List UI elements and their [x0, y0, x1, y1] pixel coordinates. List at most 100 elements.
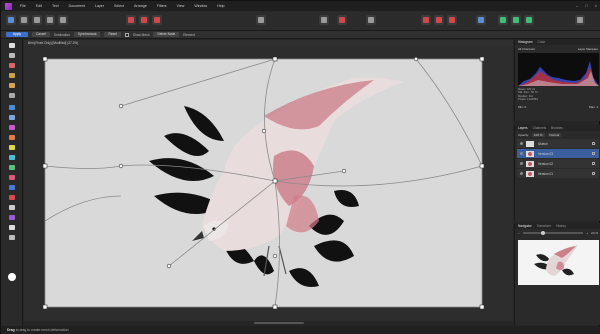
visibility-checkbox[interactable] [592, 152, 595, 155]
fill-tool-icon[interactable] [8, 144, 16, 151]
max-value[interactable]: 1 [596, 105, 598, 109]
destination-dropdown[interactable]: Synchronous [73, 32, 101, 37]
color-swatch-icon[interactable] [7, 272, 16, 281]
marquee-option[interactable]: Marquee [586, 47, 598, 51]
marquee-tool-icon[interactable] [8, 92, 16, 99]
layer-name: Version 03 [538, 151, 554, 156]
persona-liquify-icon[interactable] [19, 15, 29, 25]
tab-layers[interactable]: Layers [518, 126, 528, 130]
persona-develop-icon[interactable] [32, 15, 42, 25]
eye-icon[interactable] [520, 172, 523, 175]
tab-transform[interactable]: Transform [537, 224, 551, 228]
zoom-out-icon[interactable]: − [518, 231, 520, 235]
assistant-icon[interactable] [366, 15, 376, 25]
boolean-intersect-icon[interactable] [524, 15, 534, 25]
scrollbar-thumb[interactable] [254, 322, 304, 324]
layer-row-version-02[interactable]: Version 02 [517, 159, 599, 168]
visibility-checkbox[interactable] [592, 162, 595, 165]
layer-row-sketch[interactable]: Sketch [517, 139, 599, 148]
layer-row-version-01[interactable]: Version 01 [517, 169, 599, 178]
menu-text[interactable]: Text [52, 4, 59, 8]
text-tool-icon[interactable] [8, 224, 16, 231]
align-icon[interactable] [476, 15, 486, 25]
zoom-value[interactable]: 24 % [591, 231, 598, 235]
move-tool-icon[interactable] [8, 42, 16, 49]
gradient-tool-icon[interactable] [8, 154, 16, 161]
menu-arrange[interactable]: Arrange [134, 4, 147, 8]
minimize-icon[interactable]: – [576, 3, 578, 8]
flood-select-icon[interactable] [8, 82, 16, 89]
boolean-subtract-icon[interactable] [511, 15, 521, 25]
crop-tool-icon[interactable] [8, 62, 16, 69]
zoom-slider-handle[interactable] [540, 230, 545, 235]
apply-button[interactable]: Apply [6, 32, 28, 37]
reset-button[interactable]: Reset [104, 32, 121, 37]
show-mesh-checkbox[interactable] [124, 32, 129, 37]
blend-mode-dropdown[interactable]: Normal [547, 133, 562, 137]
visibility-checkbox[interactable] [592, 172, 595, 175]
filter-icon[interactable] [139, 15, 149, 25]
persona-tone-icon[interactable] [45, 15, 55, 25]
persona-export-icon[interactable] [58, 15, 68, 25]
document-canvas[interactable] [24, 46, 513, 322]
status-hint: to drag to create mesh deformation [15, 328, 69, 332]
visibility-checkbox[interactable] [592, 142, 595, 145]
tab-history[interactable]: History [556, 224, 566, 228]
red-eye-tool-icon[interactable] [8, 194, 16, 201]
selection-mode-icon[interactable] [337, 15, 347, 25]
sponge-tool-icon[interactable] [8, 174, 16, 181]
navigator-preview[interactable] [518, 240, 599, 285]
user-icon[interactable] [575, 15, 585, 25]
arrange-forward-icon[interactable] [434, 15, 444, 25]
live-filter-icon[interactable] [152, 15, 162, 25]
tab-navigator[interactable]: Navigator [518, 224, 532, 228]
selection-brush-icon[interactable] [8, 72, 16, 79]
close-icon[interactable]: × [595, 3, 597, 8]
menu-window[interactable]: Window [194, 4, 207, 8]
eye-icon[interactable] [520, 152, 523, 155]
maximize-icon[interactable]: □ [585, 3, 587, 8]
view-tool-icon[interactable] [8, 52, 16, 59]
snapping-icon[interactable] [319, 15, 329, 25]
horizontal-scrollbar[interactable] [24, 321, 513, 325]
menu-filters[interactable]: Filters [157, 4, 167, 8]
dodge-tool-icon[interactable] [8, 114, 16, 121]
arrange-back-icon[interactable] [421, 15, 431, 25]
menu-edit[interactable]: Edit [36, 4, 42, 8]
menu-file[interactable]: File [20, 4, 26, 8]
layer-row-version-03[interactable]: Version 03 [517, 149, 599, 158]
clone-tool-icon[interactable] [8, 124, 16, 131]
menu-view[interactable]: View [177, 4, 185, 8]
min-value[interactable]: 0 [525, 105, 527, 109]
delete-node-button[interactable]: Delete Node [153, 32, 180, 37]
zoom-tool-icon[interactable] [8, 234, 16, 241]
tab-channels[interactable]: Channels [533, 126, 546, 130]
persona-photo-icon[interactable] [6, 15, 16, 25]
pen-tool-icon[interactable] [8, 204, 16, 211]
adjustment-icon[interactable] [126, 15, 136, 25]
boolean-add-icon[interactable] [498, 15, 508, 25]
layer-option[interactable]: Layer [578, 47, 586, 51]
shape-tool-icon[interactable] [8, 214, 16, 221]
blur-tool-icon[interactable] [8, 164, 16, 171]
menu-select[interactable]: Select [114, 4, 124, 8]
menu-help[interactable]: Help [217, 4, 224, 8]
zoom-slider[interactable] [522, 230, 584, 235]
opacity-input[interactable]: 100 % [532, 133, 545, 137]
eye-icon[interactable] [520, 142, 523, 145]
tab-color[interactable]: Color [538, 40, 546, 44]
eye-icon[interactable] [520, 162, 523, 165]
mesh-warp-icon[interactable] [8, 184, 16, 191]
menu-document[interactable]: Document [69, 4, 85, 8]
tab-histogram[interactable]: Histogram [518, 40, 533, 44]
zoom-in-icon[interactable]: + [586, 231, 588, 235]
channel-dropdown[interactable]: All Channels [518, 47, 535, 51]
tab-brushes[interactable]: Brushes [551, 126, 563, 130]
cancel-button[interactable]: Cancel [31, 32, 50, 37]
eraser-tool-icon[interactable] [8, 134, 16, 141]
canvas-area[interactable] [24, 46, 513, 322]
menu-layer[interactable]: Layer [95, 4, 104, 8]
paint-brush-icon[interactable] [8, 104, 16, 111]
quick-mask-icon[interactable] [256, 15, 266, 25]
arrange-top-icon[interactable] [447, 15, 457, 25]
